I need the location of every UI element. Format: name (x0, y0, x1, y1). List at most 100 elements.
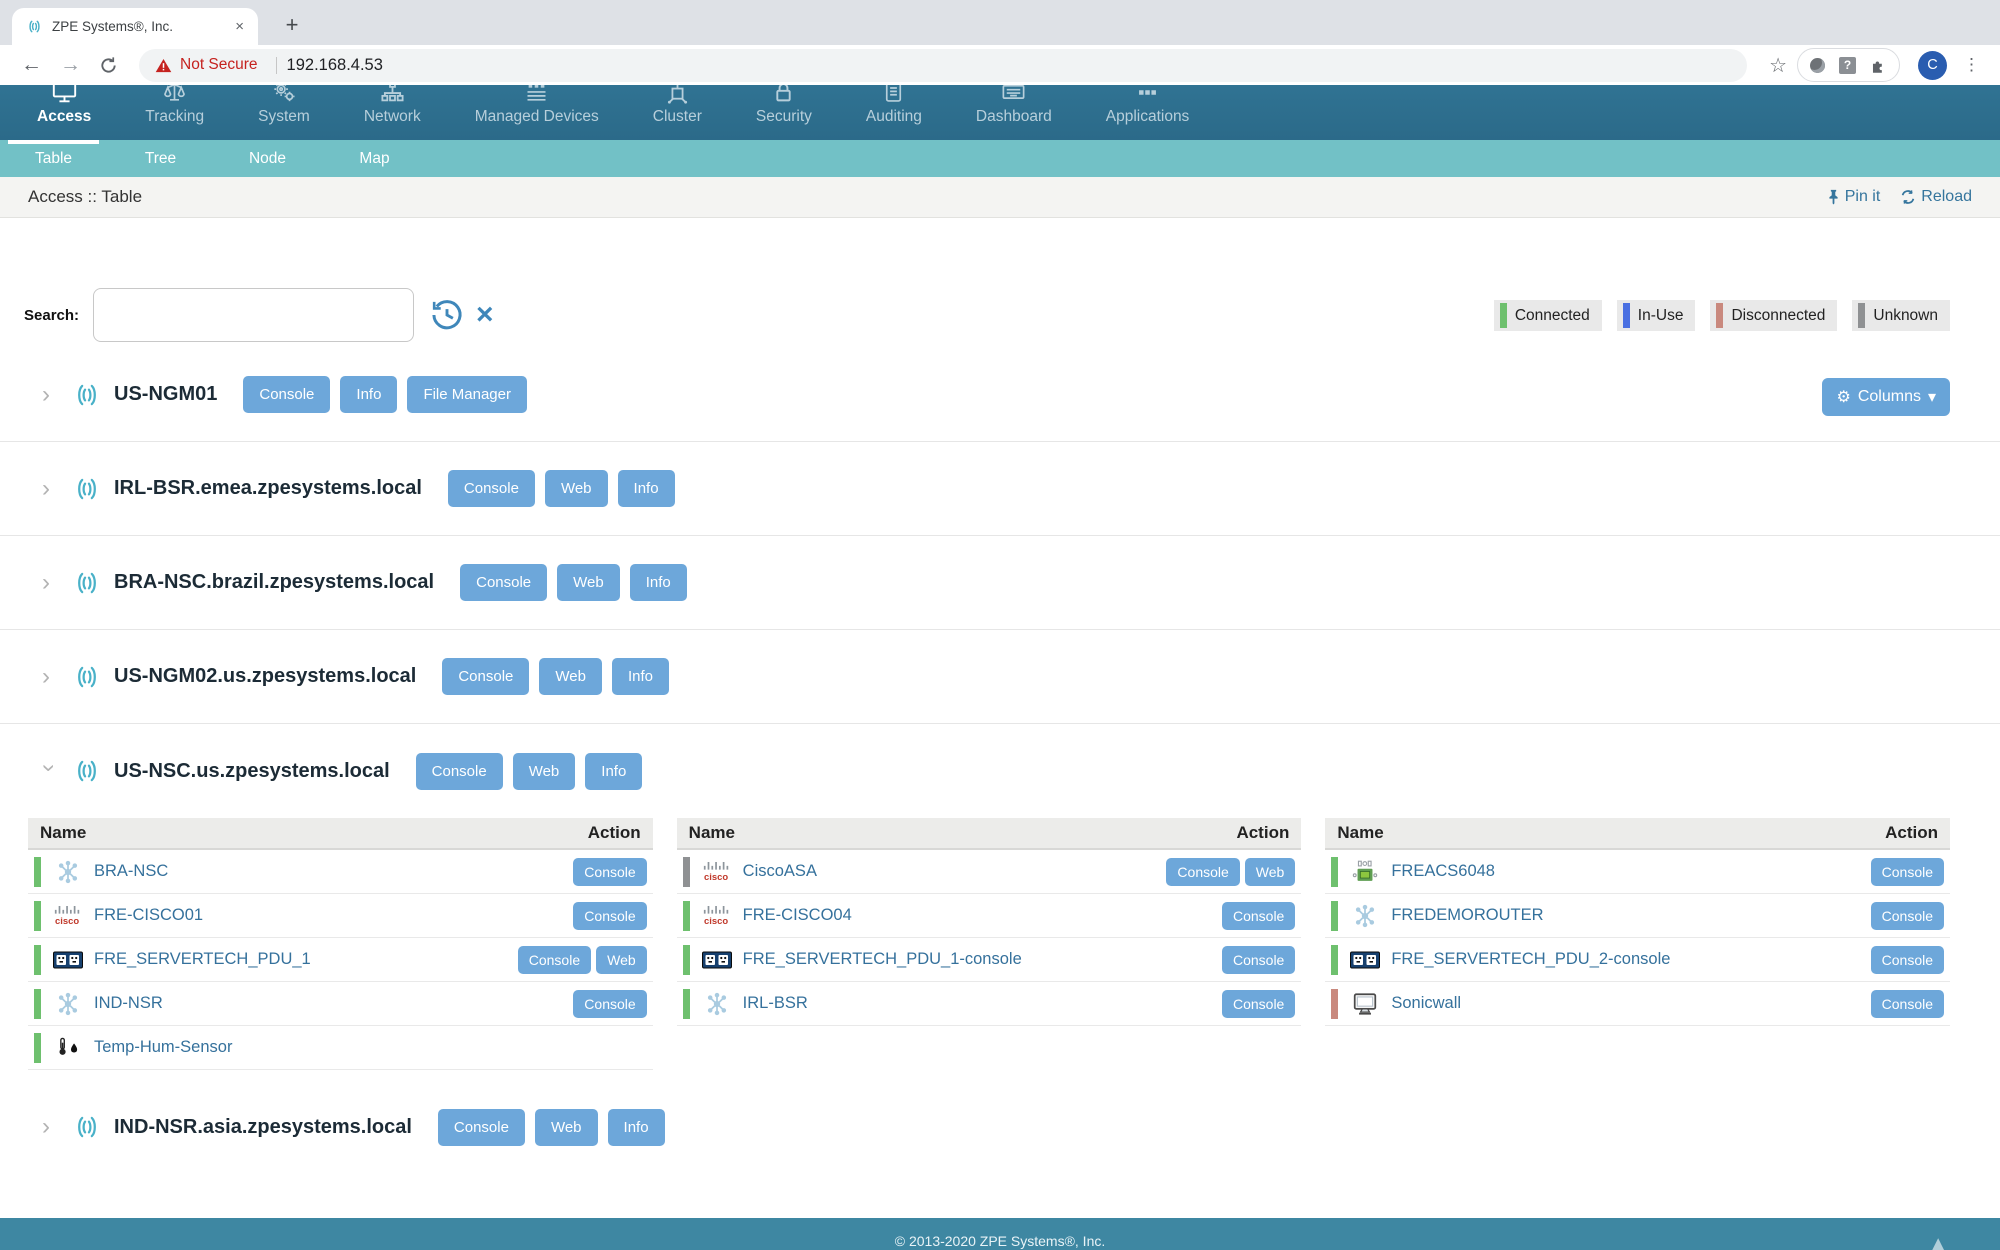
new-tab-button[interactable]: + (278, 12, 306, 40)
reload-button[interactable]: Reload (1900, 188, 1972, 206)
forward-icon[interactable]: → (51, 53, 90, 77)
search-history-icon[interactable] (430, 298, 464, 332)
extension-circle-icon[interactable] (1810, 58, 1825, 73)
nav-item-cluster[interactable]: Cluster (626, 85, 729, 140)
nav-item-network[interactable]: Network (337, 85, 448, 140)
info-button[interactable]: Info (608, 1109, 665, 1146)
device-link[interactable]: FRE_SERVERTECH_PDU_1 (94, 950, 311, 969)
console-button[interactable]: Console (448, 470, 535, 507)
url-divider (276, 57, 277, 74)
chevron-right-icon[interactable]: › (42, 576, 56, 590)
device-link[interactable]: FRE_SERVERTECH_PDU_1-console (743, 950, 1022, 969)
tab-close-icon[interactable]: × (231, 18, 248, 35)
scroll-top-icon[interactable]: ▲ (1928, 1233, 1948, 1250)
extension-question-icon[interactable]: ? (1839, 57, 1856, 74)
console-button[interactable]: Console (442, 658, 529, 695)
status-bar-connected (683, 989, 690, 1019)
device-link[interactable]: FREDEMOROUTER (1391, 906, 1543, 925)
web-button[interactable]: Web (596, 946, 647, 974)
nav-item-applications[interactable]: Applications (1079, 85, 1217, 140)
console-button[interactable]: Console (243, 376, 330, 413)
console-button[interactable]: Console (1166, 858, 1239, 886)
web-button[interactable]: Web (557, 564, 620, 601)
console-button[interactable]: Console (1222, 946, 1295, 974)
console-button[interactable]: Console (1222, 902, 1295, 930)
not-secure-label[interactable]: Not Secure (180, 56, 258, 74)
group-name[interactable]: US-NSC.us.zpesystems.local (114, 760, 390, 783)
device-link[interactable]: CiscoASA (743, 862, 817, 881)
device-link[interactable]: FRE-CISCO04 (743, 906, 852, 925)
console-button[interactable]: Console (518, 946, 591, 974)
web-button[interactable]: Web (535, 1109, 598, 1146)
device-link[interactable]: FRE-CISCO01 (94, 906, 203, 925)
browser-reload-icon[interactable] (90, 56, 127, 75)
chevron-right-icon[interactable]: › (42, 1120, 56, 1134)
info-button[interactable]: Info (612, 658, 669, 695)
group-name[interactable]: IND-NSR.asia.zpesystems.local (114, 1116, 412, 1139)
info-button[interactable]: Info (630, 564, 687, 601)
info-button[interactable]: Info (340, 376, 397, 413)
nav-item-dashboard[interactable]: Dashboard (949, 85, 1079, 140)
console-button[interactable]: Console (1871, 946, 1944, 974)
device-link[interactable]: Sonicwall (1391, 994, 1461, 1013)
device-link[interactable]: IRL-BSR (743, 994, 808, 1013)
tab-node[interactable]: Node (214, 140, 321, 177)
group-name[interactable]: IRL-BSR.emea.zpesystems.local (114, 477, 422, 500)
web-button[interactable]: Web (545, 470, 608, 507)
group-name[interactable]: US-NGM02.us.zpesystems.local (114, 665, 416, 688)
chevron-right-icon[interactable]: › (42, 388, 56, 402)
nav-item-system[interactable]: System (231, 85, 337, 140)
nav-item-security[interactable]: Security (729, 85, 839, 140)
device-link[interactable]: FREACS6048 (1391, 862, 1495, 881)
chevron-right-icon[interactable]: › (42, 670, 56, 684)
search-input[interactable] (93, 288, 414, 342)
nav-item-tracking[interactable]: Tracking (118, 85, 231, 140)
device-tables: Name Action BRA-NSC Console cisco (0, 818, 2000, 1080)
columns-button[interactable]: ⚙ Columns ▾ (1822, 378, 1950, 416)
tab-tree[interactable]: Tree (107, 140, 214, 177)
device-link[interactable]: IND-NSR (94, 994, 163, 1013)
profile-avatar[interactable]: C (1918, 51, 1947, 80)
url-bar[interactable]: Not Secure 192.168.4.53 (139, 49, 1747, 82)
dashboard-icon (1000, 85, 1027, 106)
console-button[interactable]: Console (573, 902, 646, 930)
nav-item-auditing[interactable]: Auditing (839, 85, 949, 140)
url-text[interactable]: 192.168.4.53 (287, 56, 383, 75)
browser-menu-icon[interactable]: ⋮ (1955, 55, 1988, 75)
console-button[interactable]: Console (1222, 990, 1295, 1018)
device-link[interactable]: FRE_SERVERTECH_PDU_2-console (1391, 950, 1670, 969)
console-button[interactable]: Console (416, 753, 503, 790)
device-link[interactable]: Temp-Hum-Sensor (94, 1038, 232, 1057)
action-header: Action (1885, 823, 1938, 843)
console-button[interactable]: Console (573, 858, 646, 886)
group-name[interactable]: BRA-NSC.brazil.zpesystems.local (114, 571, 434, 594)
group-name[interactable]: US-NGM01 (114, 383, 217, 406)
web-button[interactable]: Web (539, 658, 602, 695)
nav-item-managed-devices[interactable]: Managed Devices (448, 85, 626, 140)
browser-tab[interactable]: ZPE Systems®, Inc. × (12, 8, 258, 45)
console-button[interactable]: Console (1871, 990, 1944, 1018)
device-link[interactable]: BRA-NSC (94, 862, 168, 881)
status-bar-connected (34, 989, 41, 1019)
web-button[interactable]: Web (513, 753, 576, 790)
chevron-down-icon[interactable]: › (42, 764, 56, 778)
search-clear-icon[interactable]: × (476, 300, 494, 330)
bookmark-star-icon[interactable]: ☆ (1769, 53, 1787, 78)
puzzle-icon[interactable] (1870, 57, 1887, 74)
console-button[interactable]: Console (1871, 902, 1944, 930)
info-button[interactable]: Info (585, 753, 642, 790)
status-bar-connected (683, 901, 690, 931)
console-button[interactable]: Console (573, 990, 646, 1018)
console-button[interactable]: Console (438, 1109, 525, 1146)
console-button[interactable]: Console (460, 564, 547, 601)
console-button[interactable]: Console (1871, 858, 1944, 886)
pin-it-button[interactable]: Pin it (1827, 188, 1881, 206)
info-button[interactable]: Info (618, 470, 675, 507)
nav-item-access[interactable]: Access (10, 85, 118, 140)
file-manager-button[interactable]: File Manager (407, 376, 527, 413)
web-button[interactable]: Web (1245, 858, 1296, 886)
tab-table[interactable]: Table (0, 140, 107, 177)
tab-map[interactable]: Map (321, 140, 428, 177)
back-icon[interactable]: ← (12, 53, 51, 77)
chevron-right-icon[interactable]: › (42, 482, 56, 496)
